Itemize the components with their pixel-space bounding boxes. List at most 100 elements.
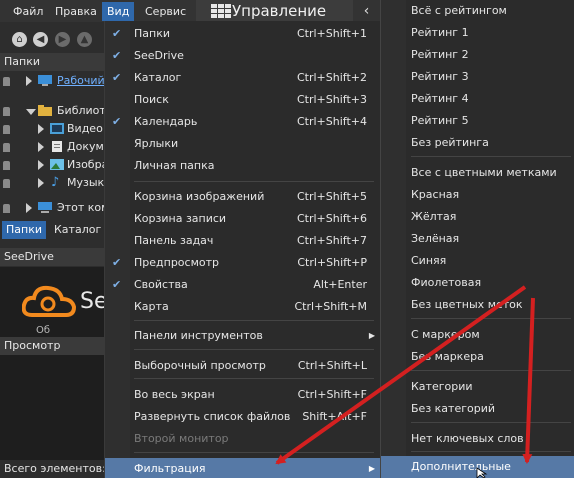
filter-submenu-item[interactable]: Все с цветными метками [381,162,574,184]
view-menu-item[interactable]: ✔ SeeDrive [105,45,381,67]
expand-arrow-icon[interactable] [38,124,44,134]
tree-item-this-pc[interactable]: Этот ком [0,199,109,217]
pin-icon [3,77,10,86]
view-menu-item[interactable]: Развернуть список файлов Shift+Alt+F [105,406,381,428]
filter-submenu-item[interactable]: Всё с рейтингом [381,0,574,22]
menu-item-shortcut: Ctrl+Shift+2 [296,71,367,84]
filter-submenu-item[interactable]: Рейтинг 1 [381,22,574,44]
documents-icon [52,141,62,152]
expand-arrow-icon[interactable] [26,203,32,213]
submenu-separator [411,451,571,452]
view-menu-item[interactable]: Панели инструментов ▶ [105,325,381,347]
view-menu-item[interactable]: Ярлыки [105,133,381,155]
filter-submenu-item[interactable]: Фиолетовая [381,272,574,294]
filter-submenu-item[interactable]: Без рейтинга [381,132,574,154]
up-icon[interactable]: ▲ [77,32,92,47]
filter-submenu-item[interactable]: Нет ключевых слов [381,428,574,450]
view-menu-item[interactable]: Во весь экран Ctrl+Shift+F [105,384,381,406]
filter-submenu-item[interactable]: Рейтинг 5 [381,110,574,132]
menu-item-label: Развернуть список файлов [134,410,291,423]
menu-file[interactable]: Файл [8,2,48,21]
submenu-item-label: Жёлтая [411,210,457,223]
menu-item-label: Поиск [134,93,169,106]
menu-item-label: Во весь экран [134,388,215,401]
menu-item-shortcut: Alt+Enter [313,278,367,291]
expand-arrow-icon[interactable] [38,142,44,152]
navigation-toolbar: ⌂ ◀ ▶ ▲ [0,29,104,51]
menu-item-shortcut: Ctrl+Shift+4 [296,115,367,128]
video-icon [50,123,64,134]
view-menu-item[interactable]: ✔ Папки Ctrl+Shift+1 [105,23,381,45]
view-menu-item[interactable]: Личная папка [105,155,381,177]
menu-item-label: Предпросмотр [134,256,219,269]
collapse-button[interactable]: ‹ [353,0,380,22]
filter-submenu-item[interactable]: С маркером [381,324,574,346]
menu-separator [134,452,374,453]
collapse-arrow-icon[interactable] [26,109,36,115]
filter-submenu-item[interactable]: Синяя [381,250,574,272]
view-menu-item[interactable]: ✔ Свойства Alt+Enter [105,274,381,296]
menu-separator [134,320,374,321]
menu-tools[interactable]: Сервис [140,2,191,21]
tree-label: Рабочий [57,74,105,87]
menu-view[interactable]: Вид [102,2,135,21]
view-menu-item[interactable]: Корзина записи Ctrl+Shift+6 [105,208,381,230]
check-icon: ✔ [112,49,122,62]
view-menu-item[interactable]: Корзина изображений Ctrl+Shift+5 [105,186,381,208]
submenu-item-label: Без цветных меток [411,298,523,311]
view-menu-item[interactable]: ✔ Календарь Ctrl+Shift+4 [105,111,381,133]
menu-item-label: Панель задач [134,234,214,247]
back-icon[interactable]: ◀ [33,32,48,47]
filter-submenu-item[interactable]: Дополнительные фильтры... [381,456,574,478]
filter-submenu-item[interactable]: Жёлтая [381,206,574,228]
filter-submenu-item[interactable]: Категории [381,376,574,398]
filter-submenu-item[interactable]: Без категорий [381,398,574,420]
filter-submenu-item[interactable]: Рейтинг 4 [381,88,574,110]
folders-header: Папки [0,53,104,71]
view-menu-item[interactable]: Выборочный просмотр Ctrl+Shift+L [105,355,381,377]
tree-label: Музык [67,176,105,189]
menu-item-label: Панели инструментов [134,329,263,342]
filter-submenu-item[interactable]: Без маркера [381,346,574,368]
view-menu-item[interactable]: Фильтрация ▶ [105,458,381,478]
submenu-item-label: Категории [411,380,473,393]
view-menu-item[interactable]: Панель задач Ctrl+Shift+7 [105,230,381,252]
filter-submenu-item[interactable]: Красная [381,184,574,206]
expand-arrow-icon[interactable] [38,178,44,188]
filter-submenu-item[interactable]: Без цветных меток [381,294,574,316]
submenu-item-label: Без маркера [411,350,484,363]
menu-item-label: Второй монитор [134,432,229,445]
view-menu-item[interactable]: Карта Ctrl+Shift+M [105,296,381,318]
filter-submenu-item[interactable]: Зелёная [381,228,574,250]
left-tabs: Папки Каталог [0,220,104,240]
menu-edit[interactable]: Правка [50,2,102,21]
tab-folders[interactable]: Папки [2,221,46,239]
tree-item-libraries[interactable]: Библиоте [0,102,113,120]
tree-item-pictures[interactable]: Изобра [0,156,108,174]
expand-arrow-icon[interactable] [38,160,44,170]
tab-catalog[interactable]: Каталог [50,221,105,239]
tree-item-documents[interactable]: Докум [0,138,104,156]
menu-item-shortcut: Ctrl+Shift+P [297,256,367,269]
submenu-item-label: Без категорий [411,402,496,415]
tree-item-desktop[interactable]: Рабочий [0,72,105,90]
filter-submenu-item[interactable]: Рейтинг 3 [381,66,574,88]
tree-label: Этот ком [57,201,110,214]
menu-item-shortcut: Ctrl+Shift+F [297,388,367,401]
submenu-separator [411,370,571,371]
app-window: Файл Правка Вид Сервис Управление ‹ ⌂ ◀ … [0,0,574,478]
home-icon[interactable]: ⌂ [12,32,27,47]
view-menu-item[interactable]: Поиск Ctrl+Shift+3 [105,89,381,111]
menu-item-label: Ярлыки [134,137,179,150]
filter-submenu-item[interactable]: Рейтинг 2 [381,44,574,66]
submenu-separator [411,156,571,157]
tree-item-video[interactable]: Видео [0,120,104,138]
view-menu-item[interactable]: ✔ Предпросмотр Ctrl+Shift+P [105,252,381,274]
forward-icon[interactable]: ▶ [55,32,70,47]
submenu-item-label: Нет ключевых слов [411,432,524,445]
view-menu-item[interactable]: ✔ Каталог Ctrl+Shift+2 [105,67,381,89]
submenu-item-label: Зелёная [411,232,460,245]
expand-arrow-icon[interactable] [26,76,32,86]
tree-label: Видео [67,122,103,135]
tree-item-music[interactable]: ♪ Музык [0,174,104,192]
